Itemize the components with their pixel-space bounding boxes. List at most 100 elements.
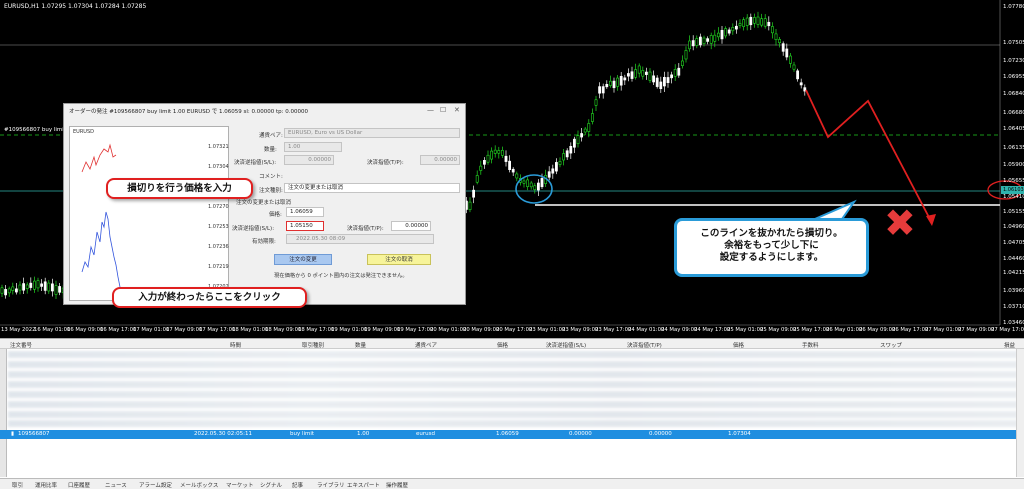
new-sl-label: 決済逆指値(S/L): [232,226,275,232]
date-tick-label: 17 May 17:00 [199,327,236,333]
price-tick-label: 1.04705 [1003,240,1024,246]
column-header[interactable]: 時間 [230,341,241,349]
price-tick-label: 1.07505 [1003,40,1024,46]
candle-body [770,26,774,34]
symbol-select[interactable]: EURUSD, Euro vs US Dollar [284,128,460,138]
candle-body [0,287,4,294]
expiry-label: 有効期限: [252,239,276,245]
date-tick-label: 26 May 09:00 [859,327,896,333]
candle-body [11,286,15,291]
table-row[interactable] [8,351,1018,358]
candle-body [511,168,515,173]
row-price: 1.06059 [496,431,519,437]
date-tick-label: 18 May 17:00 [298,327,335,333]
candle-body [551,168,555,174]
modify-order-button[interactable]: 注文の変更 [274,254,332,265]
table-row[interactable] [8,391,1018,398]
candle-body [774,33,778,41]
column-header[interactable]: 数量 [355,341,366,349]
date-tick-label: 20 May 09:00 [463,327,500,333]
tp-input[interactable]: 0.00000 [420,155,460,165]
cancel-order-button[interactable]: 注文の取消 [367,254,431,265]
date-tick-label: 24 May 09:00 [661,327,698,333]
selected-order-row[interactable]: ▮ 109566807 2022.05.30 02:05:11 buy limi… [0,430,1016,439]
candle-body [47,282,51,292]
date-tick-label: 26 May 17:00 [892,327,929,333]
maximize-icon[interactable]: ☐ [440,106,446,114]
column-header[interactable]: 決済指値(T/P) [627,341,662,349]
candle-body [472,189,476,198]
candle-body [788,55,792,64]
candle-body [601,86,605,94]
candle-body [540,178,544,188]
date-tick-label: 17 May 01:00 [133,327,170,333]
order-dialog[interactable]: オーダーの発注 #109566807 buy limit 1.00 EURUSD… [63,103,466,305]
candle-body [734,25,738,30]
candle-body [554,162,558,172]
column-header[interactable]: スワップ [880,341,902,349]
table-row[interactable] [8,420,1018,427]
candle-body [619,75,623,86]
column-header[interactable]: 取引種別 [302,341,324,349]
column-header[interactable]: 通貨ペア [415,341,437,349]
candle-body [50,283,54,292]
candle-body [792,64,796,70]
candle-body [652,75,656,83]
candle-body [522,180,526,184]
date-tick-label: 19 May 17:00 [397,327,434,333]
new-tp-input[interactable]: 0.00000 [391,221,431,231]
candle-body [4,289,8,296]
column-header[interactable]: 注文番号 [10,341,32,349]
candle-body [29,282,33,288]
candle-body [40,283,44,287]
candle-body [536,182,540,191]
date-tick-label: 20 May 17:00 [496,327,533,333]
candle-body [680,60,684,66]
row-sl: 0.00000 [569,431,592,437]
new-sl-input[interactable]: 1.05150 [286,221,324,231]
column-header[interactable]: 価格 [497,341,508,349]
price-tick-label: 1.07780 [1003,4,1024,10]
symbol-label: 通貨ペア: [259,133,283,139]
candle-body [572,138,576,148]
close-icon[interactable]: ✕ [454,106,460,114]
candle-body [698,36,702,46]
candle-body [497,150,501,154]
date-tick-label: 25 May 17:00 [793,327,830,333]
price-input[interactable]: 1.06059 [286,207,324,217]
column-header[interactable]: 価格 [733,341,744,349]
mini-price-label: 1.07219 [208,264,229,270]
candle-body [565,150,569,158]
new-tp-label: 決済指値(T/P): [347,226,384,232]
terminal-side-tab[interactable] [0,349,7,477]
date-tick-label: 18 May 09:00 [265,327,302,333]
minimize-icon[interactable]: — [427,106,434,114]
candle-body [616,77,620,87]
volume-input[interactable]: 1.00 [284,142,342,152]
expiry-input[interactable]: 2022.05.30 08:09 [286,234,434,244]
candle-body [43,281,47,291]
table-row[interactable] [8,411,1018,418]
cross-mark-icon: ✖ [884,201,916,245]
order-type-select[interactable]: 注文の変更または取消 [284,183,460,193]
sl-input[interactable]: 0.00000 [284,155,334,165]
table-row[interactable] [8,401,1018,408]
terminal-tabs: 取引 運用比率 口座履歴 ニュース アラーム設定 メールボックス マーケット シグナル 記事 ライ… [0,478,1024,489]
column-header[interactable]: 損益 [1004,341,1015,349]
mini-price-label: 1.07253 [208,224,229,230]
table-row[interactable] [8,381,1018,388]
price-tick-label: 1.05155 [1003,209,1024,215]
mini-tick-chart: EURUSD 1.073211.073041.072871.072701.072… [69,126,229,301]
terminal-panel[interactable]: 注文番号 時間 取引種別 数量 通貨ペア 価格 決済逆指値(S/L) 決済指値(T/P) 価格 手… [0,338,1024,489]
column-header[interactable]: 決済逆指値(S/L) [546,341,586,349]
table-row[interactable] [8,371,1018,378]
candle-body [749,16,753,26]
table-row[interactable] [8,361,1018,368]
price-chart[interactable]: EURUSD,H1 1.07295 1.07304 1.07284 1.0728… [0,0,1024,338]
candle-body [15,288,18,293]
terminal-scrollbar[interactable] [1016,349,1024,477]
date-tick-label: 13 May 2022 [1,327,36,333]
candle-body [608,80,612,86]
modify-section-label: 注文の変更または取消 [236,200,292,206]
column-header[interactable]: 手数料 [802,341,819,349]
